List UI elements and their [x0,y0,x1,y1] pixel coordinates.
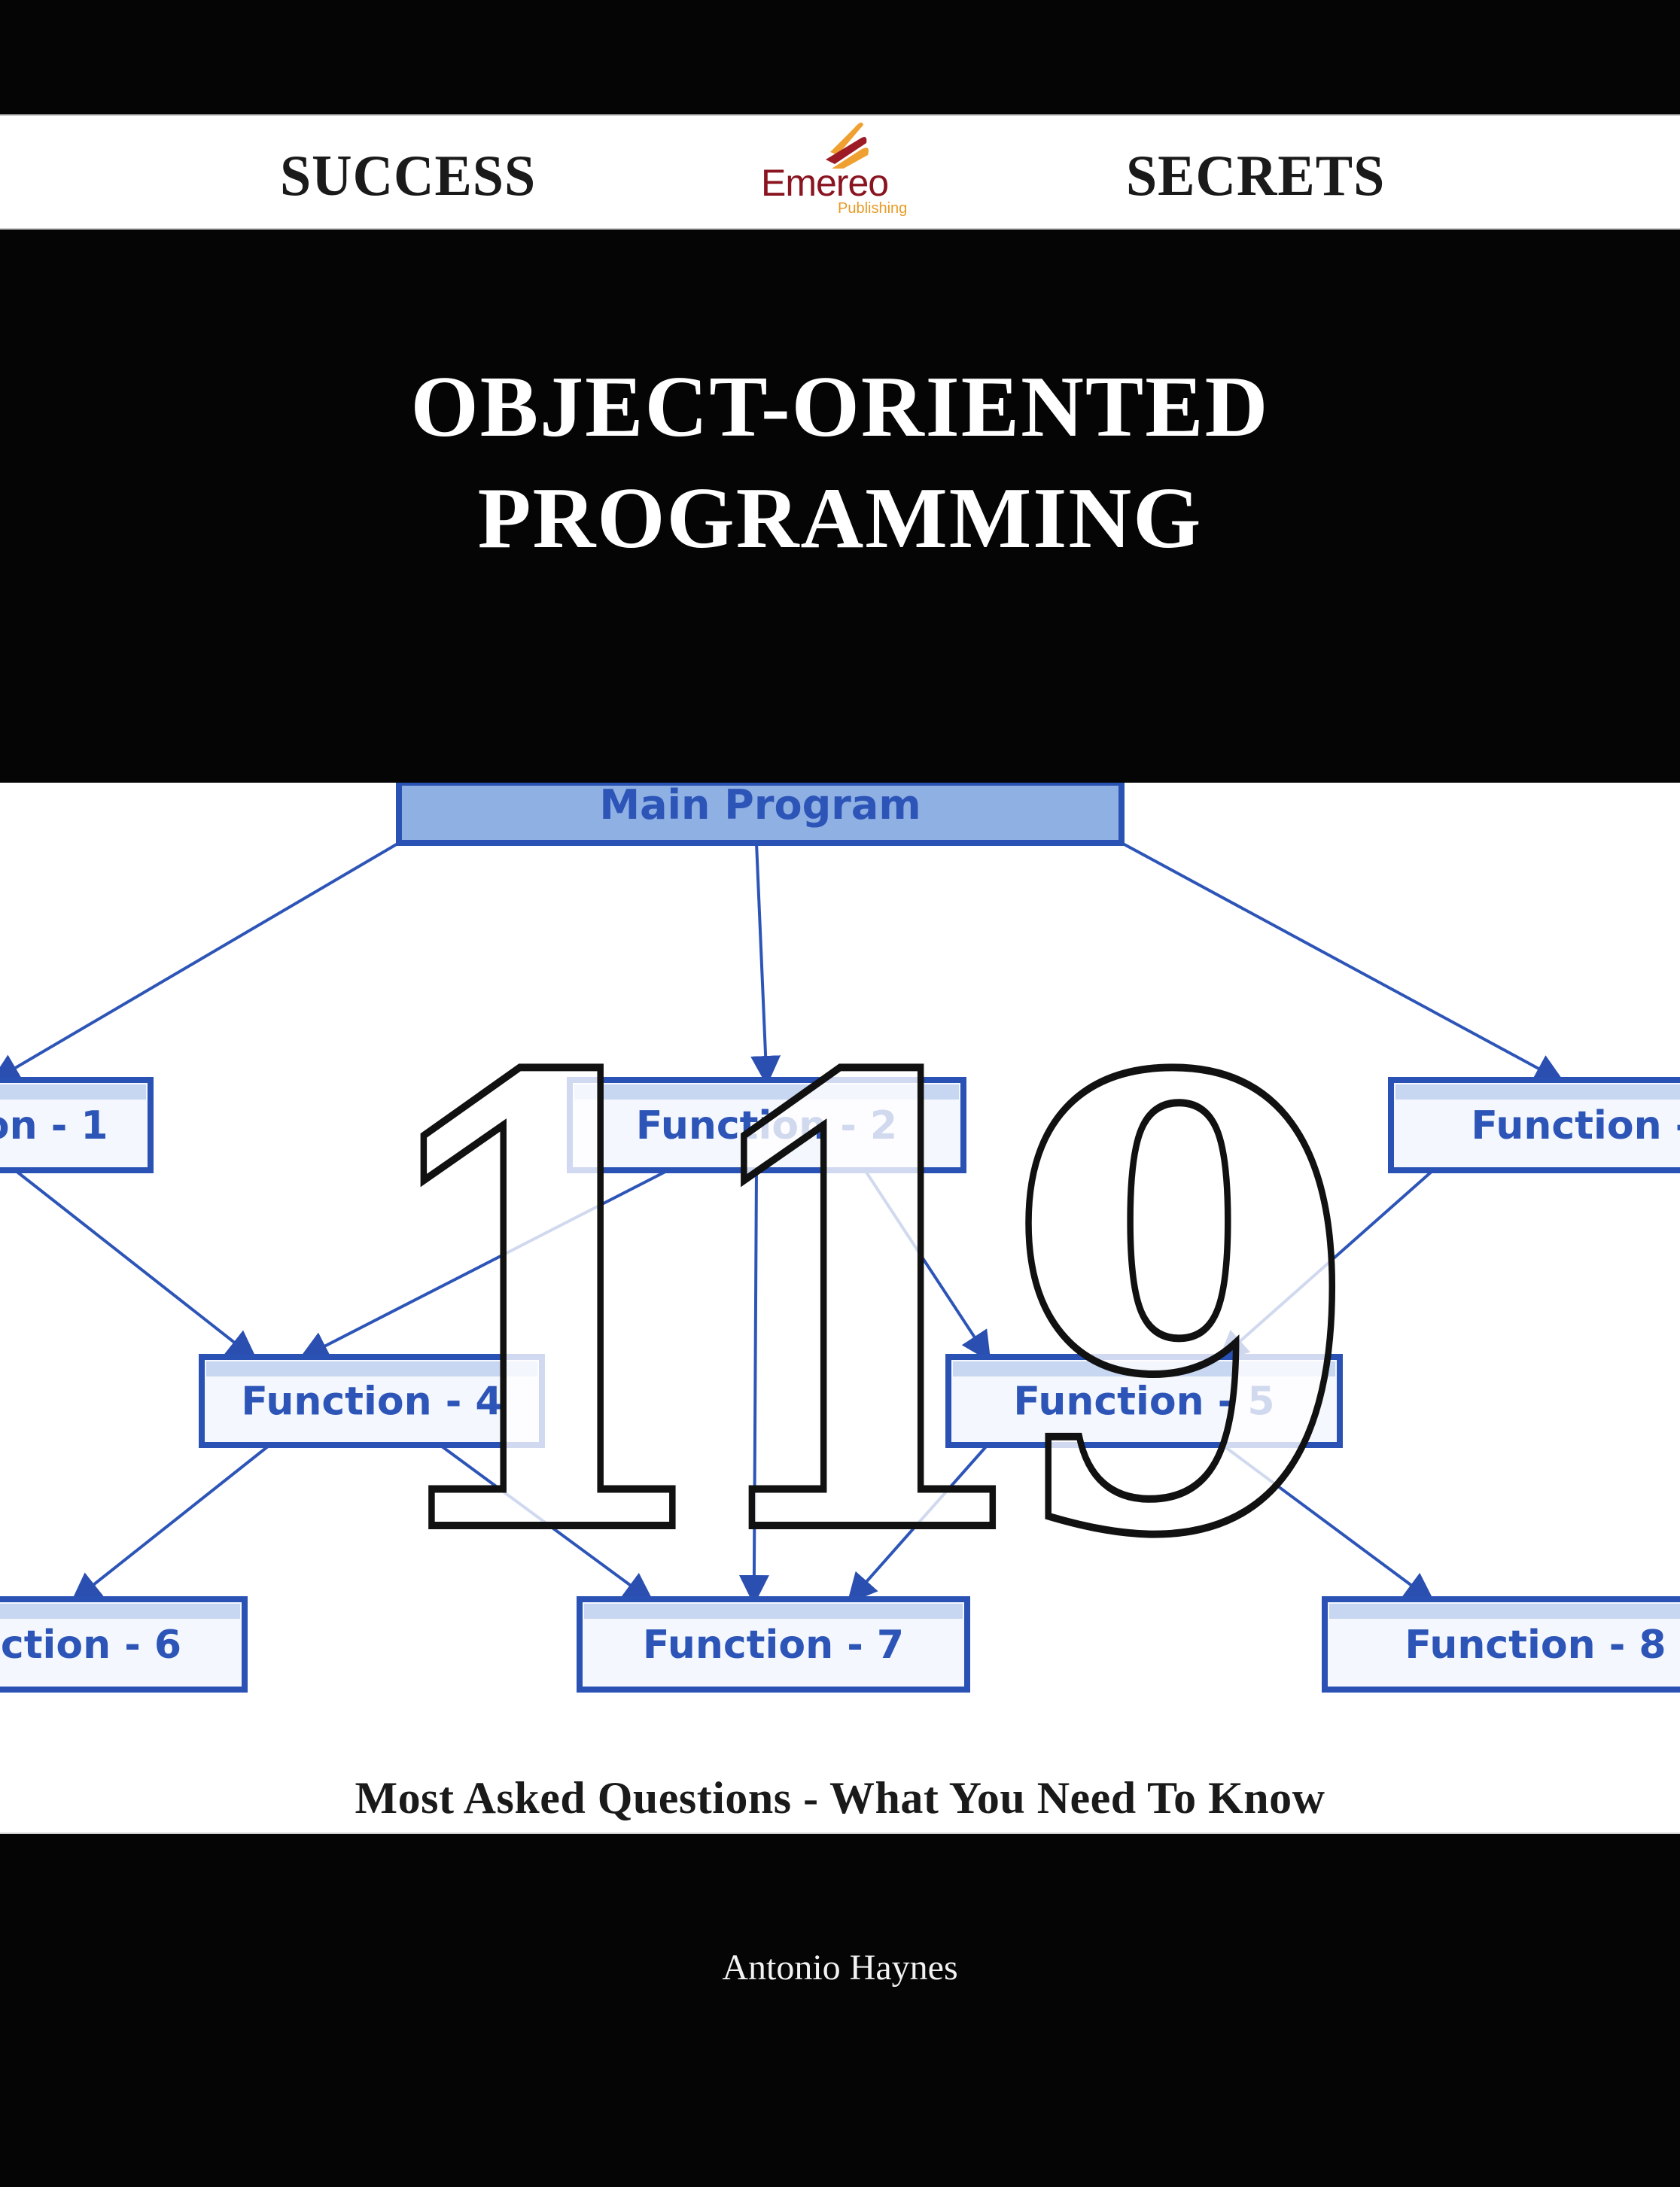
diagram-node-shading [0,1084,146,1100]
series-banner: SUCCESS Emereo Publishing SECRETS [0,114,1680,230]
title-band: OBJECT-ORIENTED PROGRAMMING [0,230,1680,783]
publisher-logo: Emereo Publishing [741,116,945,229]
book-title-line-1: OBJECT-ORIENTED [410,359,1270,455]
diagram-node-label: Function - 6 [0,1623,181,1668]
diagram-node-label: Function - 8 [1405,1623,1666,1668]
publisher-subtitle: Publishing [838,200,908,217]
diagram-node-label: Main Program [599,783,921,829]
book-subtitle: Most Asked Questions - What You Need To … [355,1773,1325,1823]
publisher-name: Emereo [761,162,889,204]
series-word-left: SUCCESS [280,143,537,209]
question-count: 119 [357,947,1368,1671]
diagram-node-label: Function - 1 [0,1103,108,1148]
book-title-line-2: PROGRAMMING [477,470,1203,567]
author-name: Antonio Haynes [722,1948,958,1988]
series-word-right: SECRETS [1126,143,1386,209]
top-black-band [0,0,1680,114]
diagram-node-main-program: Main Program [396,783,1125,846]
author-band: Antonio Haynes [0,1833,1680,2187]
